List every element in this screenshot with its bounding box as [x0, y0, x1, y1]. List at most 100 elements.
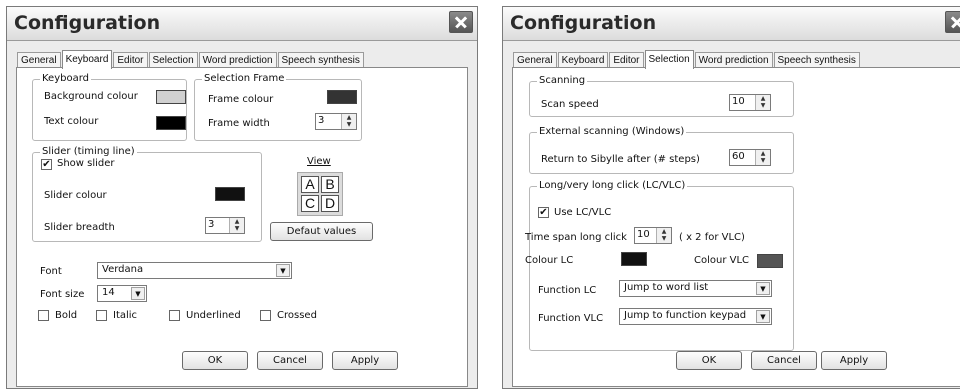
tab-selection[interactable]: Selection [148, 52, 198, 68]
bold-label: Bold [55, 310, 78, 321]
underlined-checkbox[interactable] [169, 310, 180, 321]
slider-colour-swatch[interactable] [215, 187, 245, 201]
view-letter: A [301, 176, 319, 193]
tab-word-prediction[interactable]: Word prediction [694, 52, 773, 68]
tab-general[interactable]: General [513, 52, 557, 68]
function-lc-value: Jump to word list [624, 282, 709, 293]
function-lc-select[interactable]: Jump to word list ▼ [619, 280, 772, 297]
colour-vlc-swatch[interactable] [757, 254, 783, 268]
chevron-down-icon[interactable]: ▼ [756, 310, 770, 323]
crossed-label: Crossed [277, 310, 317, 321]
tab-keyboard[interactable]: Keyboard [557, 52, 609, 68]
return-steps-value: 60 [732, 151, 745, 162]
apply-button[interactable]: Apply [332, 351, 398, 370]
bold-checkbox[interactable] [38, 310, 49, 321]
background-colour-swatch[interactable] [156, 90, 186, 104]
view-letter: D [321, 195, 339, 212]
group-legend: External scanning (Windows) [537, 126, 687, 137]
slider-breadth-stepper[interactable]: 3 ▲ ▼ [205, 217, 245, 234]
cancel-button[interactable]: Cancel [257, 351, 323, 370]
frame-colour-label: Frame colour [208, 94, 274, 105]
font-label: Font [40, 266, 62, 277]
apply-button[interactable]: Apply [821, 351, 887, 370]
ok-button[interactable]: OK [182, 351, 248, 370]
title-bar: Configuration [503, 7, 960, 41]
tab-speech-synthesis[interactable]: Speech synthesis [277, 52, 364, 68]
spin-arrows-icon[interactable]: ▲ ▼ [656, 228, 671, 243]
close-icon[interactable] [449, 11, 473, 33]
view-letter: B [321, 176, 339, 193]
frame-width-label: Frame width [208, 118, 270, 129]
scanning-group: Scanning Scan speed 10 ▲ ▼ [529, 75, 794, 117]
tab-editor[interactable]: Editor [113, 52, 148, 68]
configuration-dialog-selection: Configuration General Keyboard Editor Se… [502, 6, 960, 389]
ok-button[interactable]: OK [676, 351, 742, 370]
chevron-down-icon[interactable]: ▼ [131, 287, 145, 300]
use-lc-vlc-label: Use LC/VLC [554, 207, 612, 218]
tab-word-prediction[interactable]: Word prediction [198, 52, 277, 68]
slider-colour-label: Slider colour [44, 190, 107, 201]
tab-speech-synthesis[interactable]: Speech synthesis [773, 52, 860, 68]
function-lc-label: Function LC [538, 285, 597, 296]
view-link[interactable]: View [307, 156, 331, 167]
group-legend: Slider (timing line) [40, 146, 137, 157]
time-span-stepper[interactable]: 10 ▲ ▼ [634, 227, 672, 244]
frame-colour-swatch[interactable] [327, 90, 357, 104]
underlined-label: Underlined [186, 310, 241, 321]
spin-arrows-icon[interactable]: ▲ ▼ [341, 114, 356, 129]
slider-group: Slider (timing line) ✔ Show slider Slide… [32, 146, 262, 242]
spin-arrows-icon[interactable]: ▲ ▼ [755, 95, 770, 110]
colour-lc-swatch[interactable] [621, 252, 647, 266]
configuration-dialog-keyboard: Configuration General Keyboard Editor Se… [6, 6, 478, 389]
selection-frame-group: Selection Frame Frame colour Frame width… [194, 73, 362, 141]
spin-arrows-icon[interactable]: ▲ ▼ [755, 150, 770, 165]
scan-speed-label: Scan speed [541, 99, 599, 110]
chevron-down-icon[interactable]: ▼ [756, 282, 770, 295]
font-size-label: Font size [40, 289, 85, 300]
return-to-sibylle-label: Return to Sibylle after (# steps) [541, 154, 700, 165]
show-slider-checkbox[interactable]: ✔ [41, 159, 52, 170]
title-bar: Configuration [7, 7, 477, 41]
dialog-title: Configuration [510, 12, 657, 34]
chevron-down-icon[interactable]: ▼ [276, 264, 290, 277]
group-legend: Long/very long click (LC/VLC) [537, 180, 688, 191]
crossed-checkbox[interactable] [260, 310, 271, 321]
frame-width-stepper[interactable]: 3 ▲ ▼ [315, 113, 357, 130]
external-scanning-group: External scanning (Windows) Return to Si… [529, 126, 794, 174]
use-lc-vlc-checkbox[interactable]: ✔ [538, 207, 549, 218]
frame-width-value: 3 [318, 115, 325, 126]
group-legend: Scanning [537, 75, 588, 86]
function-vlc-value: Jump to function keypad [624, 310, 747, 321]
colour-lc-label: Colour LC [525, 255, 574, 266]
tab-general[interactable]: General [17, 52, 61, 68]
close-icon[interactable] [945, 11, 960, 33]
group-legend: Keyboard [40, 73, 92, 84]
spin-arrows-icon[interactable]: ▲ ▼ [229, 218, 244, 233]
view-abcd-icon[interactable]: A B C D [297, 172, 343, 216]
keyboard-panel: Keyboard Background colour Text colour S… [16, 67, 468, 387]
italic-checkbox[interactable] [96, 310, 107, 321]
default-values-button[interactable]: Defaut values [270, 222, 373, 241]
text-colour-swatch[interactable] [156, 116, 186, 130]
scan-speed-stepper[interactable]: 10 ▲ ▼ [729, 94, 771, 111]
font-size-value: 14 [102, 287, 115, 298]
vlc-multiplier-note: ( x 2 for VLC) [679, 232, 745, 243]
return-steps-stepper[interactable]: 60 ▲ ▼ [729, 149, 771, 166]
tab-bar: General Keyboard Editor Selection Word p… [513, 49, 861, 69]
tab-editor[interactable]: Editor [609, 52, 644, 68]
colour-vlc-label: Colour VLC [694, 255, 750, 266]
font-value: Verdana [102, 264, 144, 275]
italic-label: Italic [113, 310, 138, 321]
font-select[interactable]: Verdana ▼ [97, 262, 292, 279]
keyboard-group: Keyboard Background colour Text colour [32, 73, 187, 141]
slider-breadth-value: 3 [208, 219, 215, 230]
text-colour-label: Text colour [44, 116, 99, 127]
font-size-select[interactable]: 14 ▼ [97, 285, 147, 302]
scan-speed-value: 10 [732, 96, 745, 107]
dialog-title: Configuration [14, 12, 161, 34]
function-vlc-select[interactable]: Jump to function keypad ▼ [619, 308, 772, 325]
cancel-button[interactable]: Cancel [751, 351, 817, 370]
selection-panel: Scanning Scan speed 10 ▲ ▼ External scanni… [512, 67, 960, 387]
tab-selection[interactable]: Selection [644, 50, 694, 69]
tab-keyboard[interactable]: Keyboard [61, 50, 113, 69]
